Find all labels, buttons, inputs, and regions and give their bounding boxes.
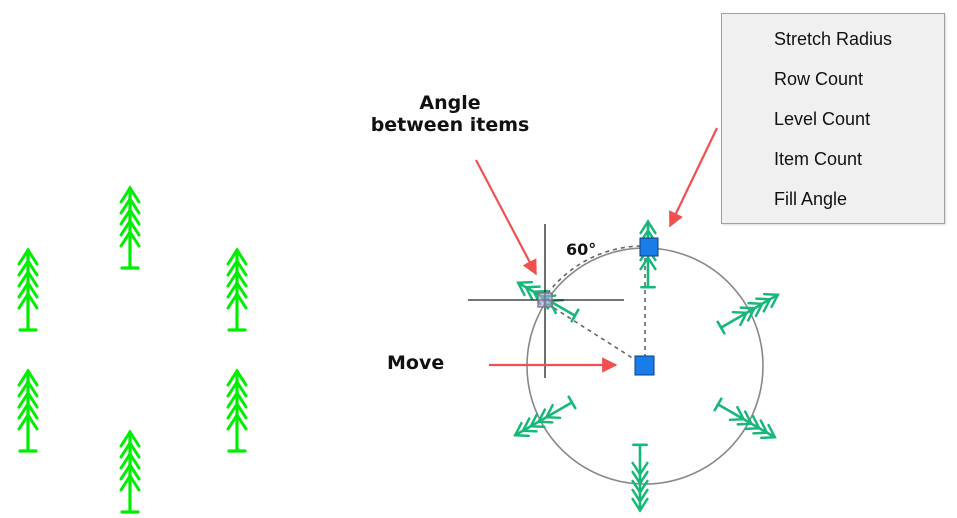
grip-square-icon[interactable] [639, 237, 659, 257]
tree-icon [713, 396, 780, 445]
tree-icon [716, 287, 783, 336]
grip-context-menu: Stretch Radius Row Count Level Count Ite… [721, 13, 945, 224]
move-callout: Move [387, 352, 445, 374]
callout-line: between items [370, 114, 530, 136]
menu-item-row-count[interactable]: Row Count [722, 64, 944, 104]
annotation-arrows [475, 127, 718, 373]
menu-item-level-count[interactable]: Level Count [722, 104, 944, 144]
menu-item-item-count[interactable]: Item Count [722, 144, 944, 184]
tree-icon [119, 430, 141, 514]
tree-icon [510, 394, 577, 443]
callout-line: Angle [419, 92, 481, 114]
tree-icon [226, 248, 248, 332]
left-tree-array [17, 186, 248, 514]
tree-icon [17, 369, 39, 453]
menu-item-stretch-radius[interactable]: Stretch Radius [722, 24, 944, 64]
tree-icon [17, 248, 39, 332]
angle-value-label: 60° [566, 240, 597, 259]
tree-icon [119, 186, 141, 270]
grip-square-icon[interactable] [634, 355, 655, 376]
crosshair-icon [468, 224, 624, 378]
angle-between-items-callout: Angle between items [345, 92, 555, 136]
tree-icon [226, 369, 248, 453]
menu-item-fill-angle[interactable]: Fill Angle [722, 184, 944, 224]
tree-icon [631, 443, 649, 512]
